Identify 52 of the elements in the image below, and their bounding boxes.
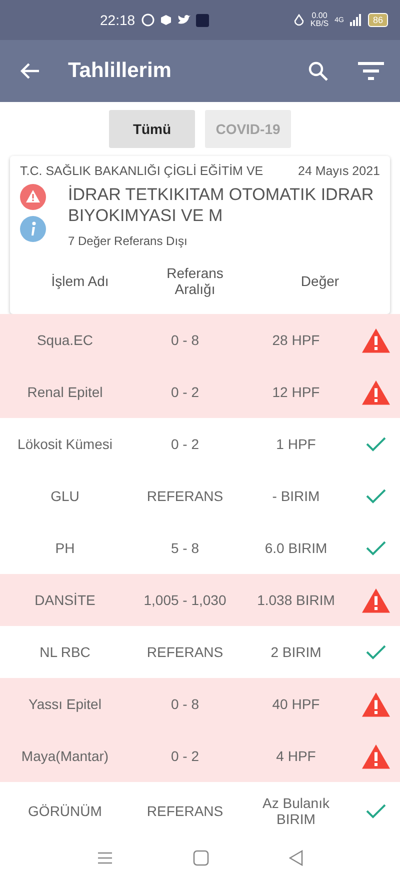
filter-icon[interactable] xyxy=(358,62,384,80)
result-value: 1 HPF xyxy=(275,436,317,452)
report-date: 24 Mayıs 2021 xyxy=(298,164,380,178)
battery-indicator: 86 xyxy=(368,13,388,27)
screen-title: Tahlillerim xyxy=(68,59,172,83)
warning-icon xyxy=(20,184,46,210)
home-icon[interactable] xyxy=(193,850,209,866)
result-value: 1.038 BIRIM xyxy=(256,592,336,608)
result-value: Az Bulanık BIRIM xyxy=(262,795,330,827)
test-name: GÖRÜNÜM xyxy=(27,803,103,819)
drop-icon xyxy=(294,14,304,26)
result-value: 4 HPF xyxy=(275,748,317,764)
column-header: İşlem Adı xyxy=(50,273,110,289)
reference-range: 5 - 8 xyxy=(170,540,200,556)
signal-icon xyxy=(350,14,362,26)
test-name: Lökosit Kümesi xyxy=(16,436,114,452)
result-value: 6.0 BIRIM xyxy=(264,540,328,556)
reference-range: REFERANS xyxy=(146,488,224,504)
column-header: Referans Aralığı xyxy=(166,265,224,297)
back-icon[interactable] xyxy=(289,850,303,866)
column-header: Değer xyxy=(300,273,340,289)
search-icon[interactable] xyxy=(308,61,328,81)
reference-range: REFERANS xyxy=(146,644,224,660)
test-name: NL RBC xyxy=(38,644,92,660)
reference-range: 0 - 2 xyxy=(170,384,200,400)
test-name: Renal Epitel xyxy=(26,384,104,400)
test-name: DANSİTE xyxy=(34,592,96,608)
test-name: GLU xyxy=(50,488,80,504)
menu-icon[interactable] xyxy=(97,851,113,865)
reference-range: 0 - 8 xyxy=(170,332,200,348)
result-value: 2 BIRIM xyxy=(270,644,322,660)
test-name: PH xyxy=(54,540,76,556)
bird-icon xyxy=(177,14,192,26)
test-title: İDRAR TETKIKITAM OTOMATIK IDRAR BIYOKIMYASI VE M xyxy=(68,184,375,226)
result-value: 28 HPF xyxy=(271,332,321,348)
reference-range: 1,005 - 1,030 xyxy=(142,592,228,608)
reference-range: 0 - 8 xyxy=(170,696,200,712)
institution-name: T.C. SAĞLIK BAKANLIĞI ÇİGLİ EĞİTİM VE xyxy=(20,164,264,178)
reference-range: 0 - 2 xyxy=(170,748,200,764)
reference-range: 0 - 2 xyxy=(170,436,200,452)
result-value: 40 HPF xyxy=(271,696,321,712)
test-name: Yassı Epitel xyxy=(28,696,102,712)
network-speed: 0.00 KB/S xyxy=(310,12,329,28)
info-icon xyxy=(20,216,46,242)
test-name: Squa.EC xyxy=(36,332,94,348)
reference-range: REFERANS xyxy=(146,803,224,819)
out-of-range-summary: 7 Değer Referans Dışı xyxy=(68,234,188,248)
clock: 22:18 xyxy=(100,12,136,28)
filter-tab[interactable]: Tümü xyxy=(109,110,195,148)
result-value: - BIRIM xyxy=(271,488,321,504)
result-value: 12 HPF xyxy=(271,384,321,400)
test-name: Maya(Mantar) xyxy=(20,748,110,764)
